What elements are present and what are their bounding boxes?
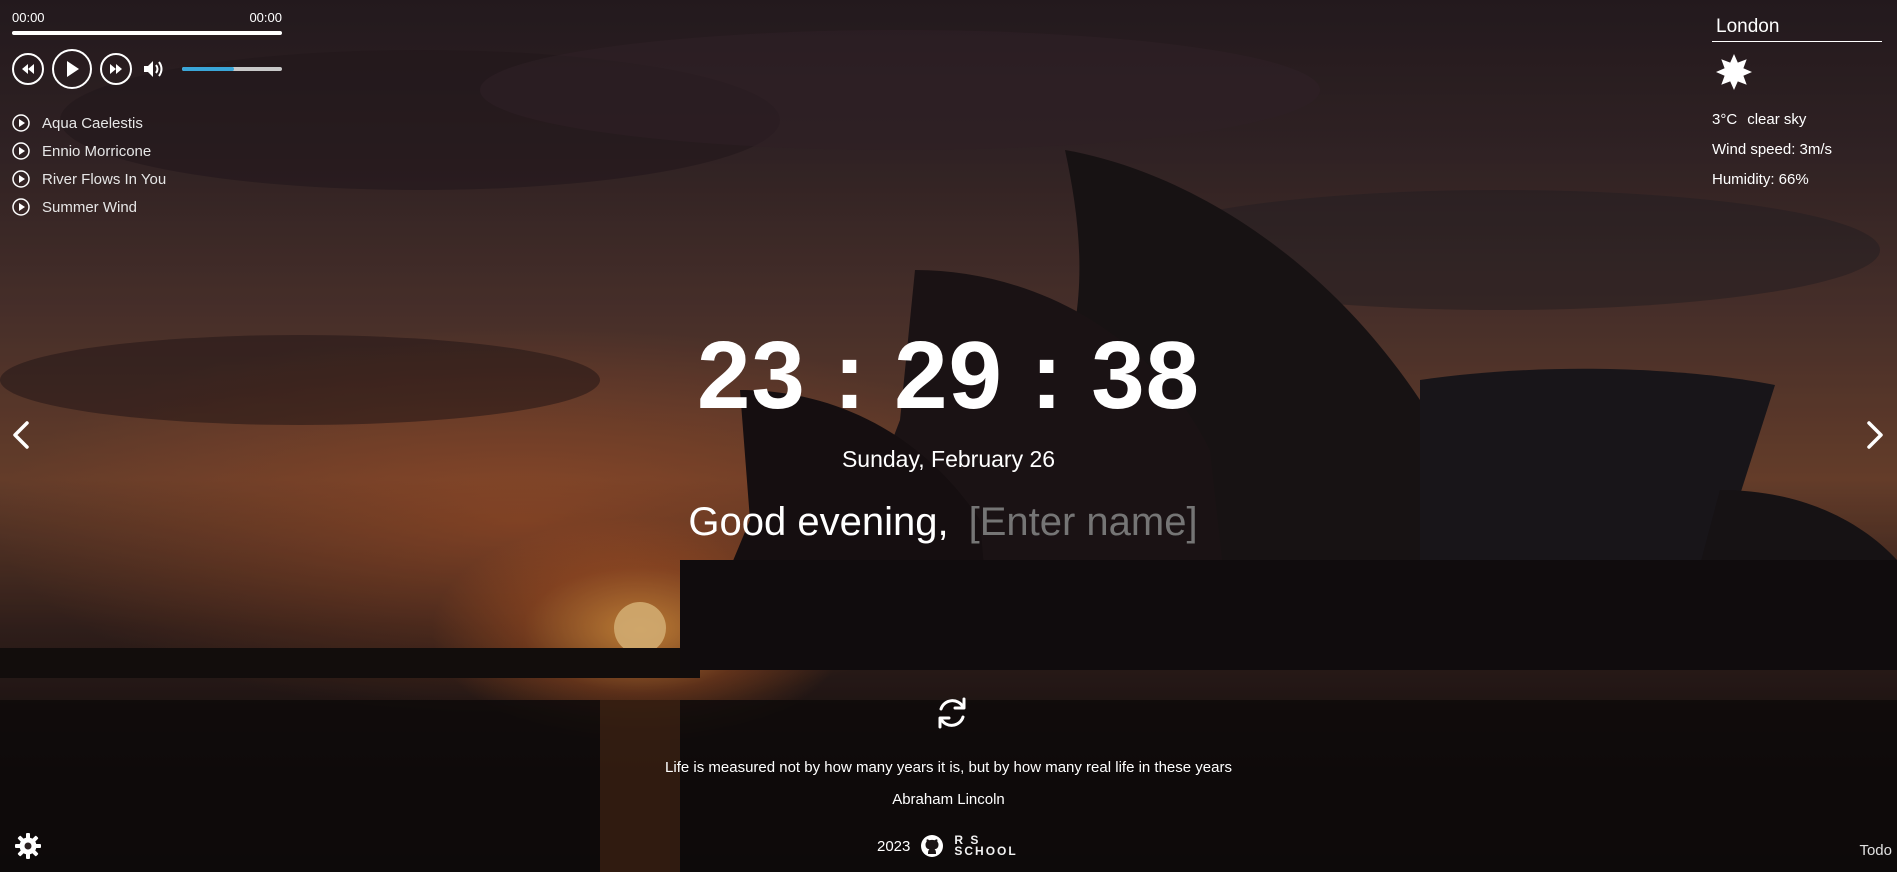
progress-bar[interactable]	[12, 31, 282, 35]
playlist-item-title: Summer Wind	[42, 198, 138, 216]
name-input[interactable]	[968, 500, 1209, 545]
weather-temp-line: 3°C clear sky	[1712, 105, 1882, 135]
rewind-button[interactable]	[12, 53, 44, 85]
volume-level	[182, 67, 234, 71]
playlist-item-title: Ennio Morricone	[42, 142, 152, 160]
quote-text: Life is measured not by how many years i…	[665, 759, 1232, 776]
greeting-container: Good evening,	[0, 500, 1897, 545]
forward-button[interactable]	[100, 53, 132, 85]
playlist: Aqua Caelestis Ennio Morricone River Flo…	[12, 109, 282, 221]
playlist-item[interactable]: Aqua Caelestis	[12, 109, 282, 137]
wind-speed: Wind speed: 3m/s	[1712, 141, 1833, 158]
clock-time: 23 : 29 : 38	[697, 322, 1200, 429]
todo-button[interactable]: Todo	[1859, 842, 1892, 859]
play-circle-icon	[12, 198, 30, 216]
greeting-text: Good evening,	[688, 500, 949, 544]
gear-icon[interactable]	[14, 832, 42, 860]
volume-slider[interactable]	[182, 67, 282, 71]
quote-author: Abraham Lincoln	[892, 791, 1005, 808]
play-circle-icon	[12, 170, 30, 188]
temperature: 3°C	[1712, 111, 1738, 128]
play-icon	[67, 61, 79, 77]
playlist-item[interactable]: River Flows In You	[12, 165, 282, 193]
opera-house-silhouette	[0, 30, 1897, 872]
play-circle-icon	[12, 142, 30, 160]
volume-icon[interactable]	[142, 58, 166, 80]
refresh-icon[interactable]	[933, 694, 971, 732]
playlist-item-title: River Flows In You	[42, 170, 167, 188]
duration: 00:00	[249, 10, 282, 25]
footer-year: 2023	[877, 837, 911, 855]
weather-widget: 3°C clear sky Wind speed: 3m/s Humidity: …	[1712, 12, 1882, 195]
play-button[interactable]	[52, 49, 92, 89]
audio-player: 00:00 00:00 Aqua Caelestis Ennio Morrico…	[12, 10, 282, 221]
sun-icon	[1716, 54, 1752, 90]
rewind-icon	[22, 64, 34, 74]
player-controls	[12, 49, 282, 89]
rs-school-logo[interactable]: R S SCHOOL	[954, 834, 1018, 858]
background-image	[0, 0, 1897, 872]
date-display: Sunday, February 26	[841, 446, 1056, 472]
player-time-row: 00:00 00:00	[12, 10, 282, 25]
playlist-item-title: Aqua Caelestis	[42, 114, 143, 132]
humidity: Humidity: 66%	[1712, 171, 1809, 188]
city-input[interactable]	[1712, 12, 1882, 42]
playlist-item[interactable]: Summer Wind	[12, 193, 282, 221]
github-icon[interactable]	[920, 834, 944, 858]
weather-description: clear sky	[1747, 111, 1807, 128]
current-time: 00:00	[12, 10, 45, 25]
play-circle-icon	[12, 114, 30, 132]
forward-icon	[110, 64, 122, 74]
rs-logo-line: SCHOOL	[954, 844, 1018, 858]
playlist-item[interactable]: Ennio Morricone	[12, 137, 282, 165]
footer: 2023 R S SCHOOL	[877, 834, 1018, 858]
